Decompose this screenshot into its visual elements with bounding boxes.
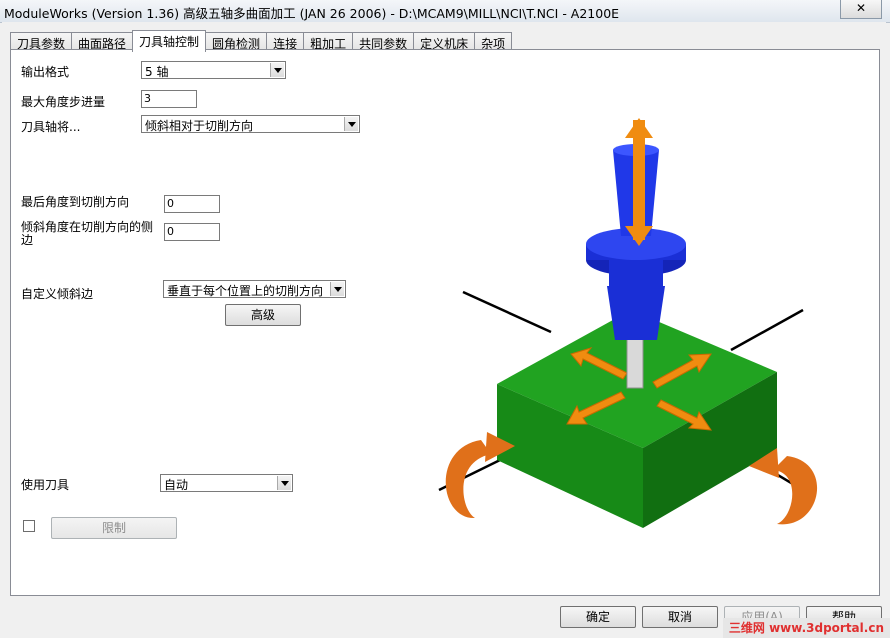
last-angle-label: 最后角度到切削方向	[21, 195, 130, 209]
dialog: 刀具参数 曲面路径 刀具轴控制 圆角检测 连接 粗加工 共同参数 定义机床 杂项…	[2, 22, 886, 636]
tilt-angle-input[interactable]	[165, 224, 219, 239]
tilt-angle-field[interactable]	[164, 223, 220, 241]
use-tool-select[interactable]: 自动	[160, 474, 293, 492]
tab-strip: 刀具参数 曲面路径 刀具轴控制 圆角检测 连接 粗加工 共同参数 定义机床 杂项	[10, 30, 513, 52]
output-format-select[interactable]: 5 轴	[141, 61, 286, 79]
max-angle-step-field[interactable]	[141, 90, 197, 108]
use-tool-label: 使用刀具	[21, 478, 70, 492]
axis-line-left-top	[462, 290, 552, 334]
limit-checkbox[interactable]	[23, 520, 35, 532]
close-icon: ✕	[855, 1, 867, 15]
last-angle-field[interactable]	[164, 195, 220, 213]
custom-tilt-value: 垂直于每个位置上的切削方向	[167, 284, 324, 298]
chevron-down-icon[interactable]	[344, 117, 358, 131]
axis-line-right-top	[730, 308, 804, 352]
chevron-down-icon[interactable]	[330, 282, 344, 296]
last-angle-input[interactable]	[165, 196, 219, 211]
chevron-down-icon[interactable]	[270, 63, 284, 77]
tool-axis-select[interactable]: 倾斜相对于切削方向	[141, 115, 360, 133]
use-tool-value: 自动	[164, 478, 189, 492]
window-title: ModuleWorks (Version 1.36) 高级五轴多曲面加工 (JA…	[4, 6, 620, 21]
watermark: 三维网 www.3dportal.cn	[722, 618, 890, 638]
custom-tilt-label: 自定义倾斜边	[21, 287, 94, 301]
custom-tilt-select[interactable]: 垂直于每个位置上的切削方向	[163, 280, 346, 298]
output-format-value: 5 轴	[145, 65, 169, 79]
cancel-button[interactable]: 取消	[642, 606, 718, 628]
rotation-arrow-right	[773, 456, 818, 525]
max-angle-step-input[interactable]	[142, 91, 196, 106]
tilt-angle-label: 倾斜角度在切削方向的侧边	[21, 220, 154, 247]
close-button[interactable]: ✕	[840, 0, 882, 19]
title-bar: ModuleWorks (Version 1.36) 高级五轴多曲面加工 (JA…	[0, 0, 890, 23]
tool-axis-value: 倾斜相对于切削方向	[145, 119, 254, 133]
tool-axis-label: 刀具轴将...	[21, 120, 81, 134]
limit-button[interactable]: 限制	[51, 517, 177, 539]
tab-tool-axis-control[interactable]: 刀具轴控制	[132, 30, 207, 52]
tool-axis-control-panel: 输出格式 5 轴 最大角度步进量 刀具轴将... 倾斜相对于切削方向 最后角度到…	[10, 49, 880, 596]
output-format-label: 输出格式	[21, 65, 70, 79]
max-angle-step-label: 最大角度步进量	[21, 95, 106, 109]
tool-axis-illustration	[438, 118, 818, 528]
ok-button[interactable]: 确定	[560, 606, 636, 628]
advanced-button[interactable]: 高级	[225, 304, 301, 326]
chevron-down-icon[interactable]	[277, 476, 291, 490]
rotation-arrow-left	[445, 440, 491, 519]
